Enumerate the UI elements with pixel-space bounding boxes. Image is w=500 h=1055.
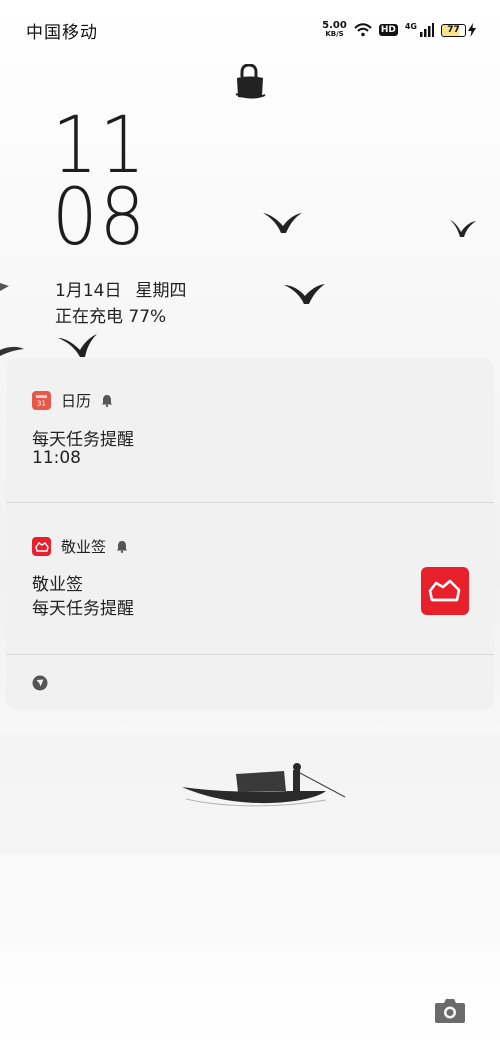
- status-icons: 5.00 KB/S HD 4G 77: [322, 21, 476, 39]
- jingyeqian-large-glyph: [428, 579, 461, 602]
- network-speed-unit: KB/S: [325, 30, 344, 38]
- camera-icon[interactable]: [434, 996, 466, 1024]
- notification-body: 11:08: [32, 448, 81, 468]
- lock-icon[interactable]: [232, 64, 266, 102]
- status-bar: 中国移动 5.00 KB/S HD 4G 77: [0, 0, 500, 60]
- lockscreen-clock: 11 08: [52, 101, 155, 263]
- signal-type: 4G: [404, 22, 417, 31]
- weekday-text: 星期四: [135, 281, 187, 301]
- charging-bolt-icon: [468, 23, 476, 37]
- bell-icon: [116, 541, 128, 553]
- app-name: 日历: [61, 392, 92, 410]
- svg-text:31: 31: [37, 400, 46, 408]
- hd-badge: HD: [378, 24, 398, 36]
- bird-icon: [284, 284, 325, 304]
- notification-title: 敬业签: [32, 575, 83, 595]
- notification-header: 31 日历: [32, 390, 113, 411]
- bird-icon: [450, 220, 476, 237]
- signal-icon: 4G: [405, 23, 434, 37]
- date-text: 1月14日: [55, 281, 122, 301]
- ink-stroke: [0, 283, 9, 291]
- date-line: 1月14日 星期四: [55, 276, 186, 301]
- signal-bars-icon: [420, 23, 434, 37]
- notification-body: 每天任务提醒: [32, 599, 134, 619]
- notification-card-jingyeqian[interactable]: 敬业签 敬业签 每天任务提醒: [6, 503, 494, 653]
- clock-minute: 08: [52, 173, 148, 263]
- app-name: 敬业签: [61, 538, 107, 556]
- jingyeqian-icon: [32, 537, 51, 556]
- jingyeqian-glyph: [34, 541, 49, 552]
- carrier-name: 中国移动: [26, 22, 98, 43]
- calendar-glyph: 31: [36, 395, 47, 408]
- network-speed-value: 5.00: [322, 20, 347, 31]
- bell-icon: [101, 395, 113, 407]
- notification-header: 敬业签: [32, 536, 128, 557]
- network-speed: 5.00 KB/S: [322, 21, 347, 39]
- jingyeqian-app-icon: [421, 567, 469, 615]
- notification-panel: 31 日历 每天任务提醒 11:08 敬业签 敬业签 每天任务提醒: [6, 358, 494, 710]
- notification-card-calendar[interactable]: 31 日历 每天任务提醒 11:08: [6, 358, 494, 502]
- bird-icon: [58, 334, 97, 357]
- notification-title: 每天任务提醒: [32, 430, 134, 450]
- calendar-icon: 31: [32, 391, 51, 410]
- charging-status: 正在充电 77%: [55, 307, 167, 327]
- clock-hour: 11: [52, 101, 148, 191]
- ink-stroke: [0, 346, 24, 356]
- battery-level: 77: [441, 23, 466, 37]
- notification-manage-icon[interactable]: [32, 675, 48, 691]
- battery-indicator: 77: [441, 23, 476, 37]
- bird-icon: [263, 213, 302, 233]
- notification-divider: [6, 654, 494, 655]
- wifi-icon: [354, 23, 372, 37]
